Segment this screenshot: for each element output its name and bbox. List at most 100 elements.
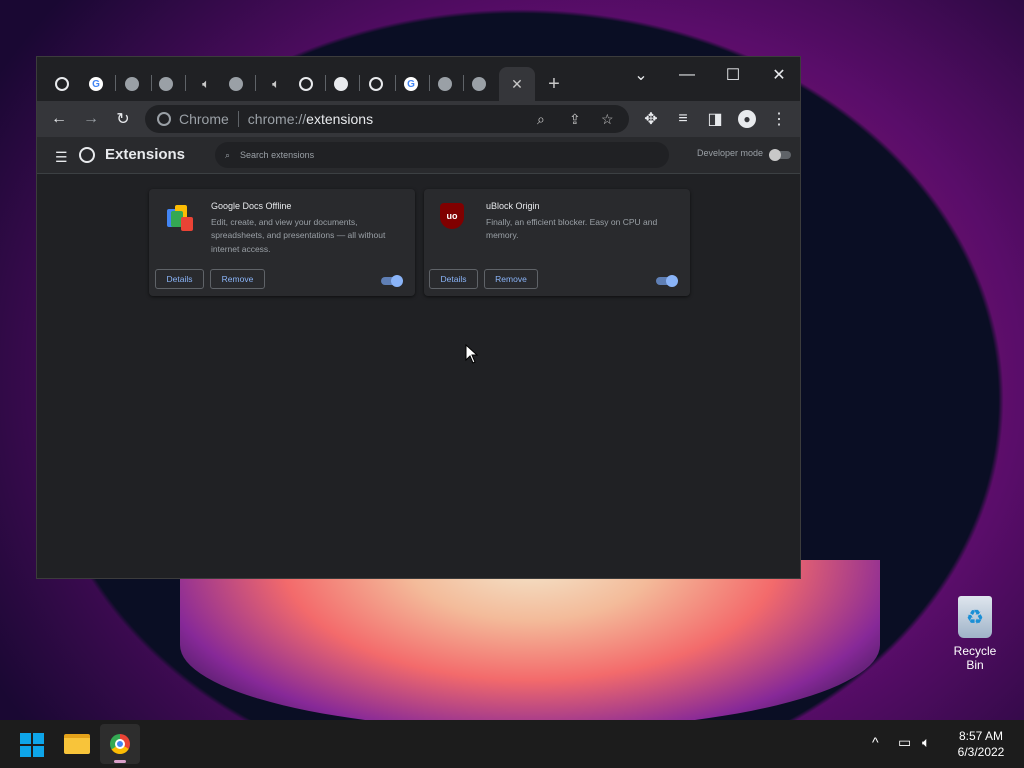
recycle-bin[interactable]: ♻ Recycle Bin [944, 596, 1006, 672]
extension-enable-toggle[interactable] [381, 275, 403, 287]
search-placeholder: Search extensions [240, 150, 315, 160]
maximize-button[interactable]: ☐ [713, 61, 753, 89]
side-panel-button[interactable]: ◨ [703, 107, 727, 131]
url-path: extensions [306, 111, 374, 127]
chrome-icon [369, 77, 383, 91]
network-icon[interactable]: ▭ [898, 734, 911, 751]
extension-description: Finally, an efficient blocker. Easy on C… [486, 217, 658, 241]
share-icon[interactable]: ⇪ [569, 111, 581, 128]
avatar: ● [738, 110, 756, 128]
recycle-bin-label: Recycle Bin [953, 644, 997, 672]
wallpaper-glow [180, 560, 880, 730]
tab-separator [429, 75, 430, 91]
tab-globe-5[interactable] [466, 71, 492, 97]
toggle-knob [769, 149, 781, 161]
kebab-icon: ⋮ [771, 111, 787, 128]
tab-audio-1[interactable]: 🔈︎ [193, 71, 219, 97]
extension-card-ublock: uo uBlock Origin Finally, an efficient b… [424, 189, 690, 296]
extension-description: Edit, create, and view your documents, s… [211, 217, 386, 254]
tab-separator [395, 75, 396, 91]
tab-google-2[interactable]: G [398, 71, 424, 97]
extensions-button[interactable]: ✥ [639, 107, 663, 131]
extension-card-google-docs: Google Docs Offline Edit, create, and vi… [149, 189, 415, 296]
clock[interactable]: 8:57 AM 6/3/2022 [946, 728, 1016, 760]
clock-date: 6/3/2022 [957, 745, 1005, 759]
reload-button[interactable]: ↻ [111, 107, 135, 131]
details-button[interactable]: Details [429, 269, 478, 289]
active-indicator [114, 760, 126, 763]
site-chip: Chrome [179, 111, 229, 127]
mouse-cursor-icon [465, 344, 479, 364]
tab-search-button[interactable]: ⌄ [621, 61, 661, 89]
star-icon[interactable]: ☆ [601, 111, 614, 128]
tab-globe-4[interactable] [432, 71, 458, 97]
chrome-icon [55, 77, 69, 91]
extension-name: uBlock Origin [486, 201, 540, 211]
omnibox-divider [237, 111, 239, 127]
extension-enable-toggle[interactable] [656, 275, 678, 287]
url-scheme: chrome:// [247, 111, 307, 127]
reload-icon: ↻ [116, 111, 130, 128]
plus-icon: + [548, 72, 560, 95]
tab-separator [463, 75, 464, 91]
new-tab-button[interactable]: + [541, 71, 567, 97]
tab-chrome-1[interactable] [49, 71, 75, 97]
zoom-icon[interactable]: ⌕ [537, 111, 545, 128]
forward-button[interactable]: → [79, 107, 103, 131]
developer-mode-toggle[interactable] [769, 149, 791, 161]
side-panel-icon: ◨ [707, 111, 723, 128]
speaker-icon: 🔈︎ [272, 76, 280, 91]
tab-globe-1[interactable] [119, 71, 145, 97]
globe-icon [159, 77, 173, 91]
github-icon [334, 77, 348, 91]
arrow-left-icon: ← [51, 110, 67, 127]
tab-separator [115, 75, 116, 91]
tab-separator [359, 75, 360, 91]
close-window-button[interactable]: ✕ [759, 61, 799, 89]
profile-button[interactable]: ● [735, 107, 759, 131]
globe-icon [125, 77, 139, 91]
tab-separator [185, 75, 186, 91]
remove-button[interactable]: Remove [484, 269, 538, 289]
search-icon: ⌕ [225, 149, 231, 160]
media-button[interactable]: ≡ [671, 107, 695, 131]
toggle-knob [666, 275, 678, 287]
tab-chrome-3[interactable] [363, 71, 389, 97]
hamburger-icon[interactable]: ☰ [55, 149, 68, 166]
search-input[interactable]: ⌕ Search extensions [215, 142, 669, 168]
tab-separator [325, 75, 326, 91]
details-button[interactable]: Details [155, 269, 204, 289]
toggle-knob [391, 275, 403, 287]
chevron-up-icon[interactable]: ^ [872, 734, 879, 750]
tab-globe-2[interactable] [153, 71, 179, 97]
chrome-icon [299, 77, 313, 91]
minimize-button[interactable]: — [667, 61, 707, 89]
arrow-right-icon: → [83, 110, 99, 127]
google-docs-icon [167, 205, 193, 231]
start-button[interactable] [20, 733, 44, 757]
volume-icon[interactable]: 🔈︎ [922, 734, 930, 751]
chrome-window: G 🔈︎ 🔈︎ G ✕ + ⌄ — ☐ ✕ ← → ↻ Chrome chrom… [36, 56, 801, 579]
tab-google-1[interactable]: G [83, 71, 109, 97]
omnibox[interactable]: Chrome chrome://extensions ⌕ ⇪ ☆ [145, 105, 629, 133]
tab-audio-2[interactable]: 🔈︎ [263, 71, 289, 97]
extension-name: Google Docs Offline [211, 201, 292, 211]
tab-github[interactable] [328, 71, 354, 97]
clock-time: 8:57 AM [958, 729, 1004, 743]
globe-icon [438, 77, 452, 91]
extensions-header: ☰ Extensions ⌕ Search extensions Develop… [37, 137, 800, 174]
menu-button[interactable]: ⋮ [767, 107, 791, 131]
windows-logo-icon [20, 733, 31, 744]
chrome-logo-icon [79, 147, 95, 163]
chrome-icon [157, 112, 171, 126]
globe-icon [229, 77, 243, 91]
file-explorer-button[interactable] [64, 734, 90, 754]
close-icon[interactable]: ✕ [511, 76, 523, 93]
chrome-taskbar-button[interactable] [100, 724, 140, 764]
tab-globe-3[interactable] [223, 71, 249, 97]
folder-icon [64, 734, 90, 754]
tab-extensions-active[interactable]: ✕ [499, 67, 535, 101]
tab-chrome-2[interactable] [293, 71, 319, 97]
back-button[interactable]: ← [47, 107, 71, 131]
remove-button[interactable]: Remove [210, 269, 265, 289]
